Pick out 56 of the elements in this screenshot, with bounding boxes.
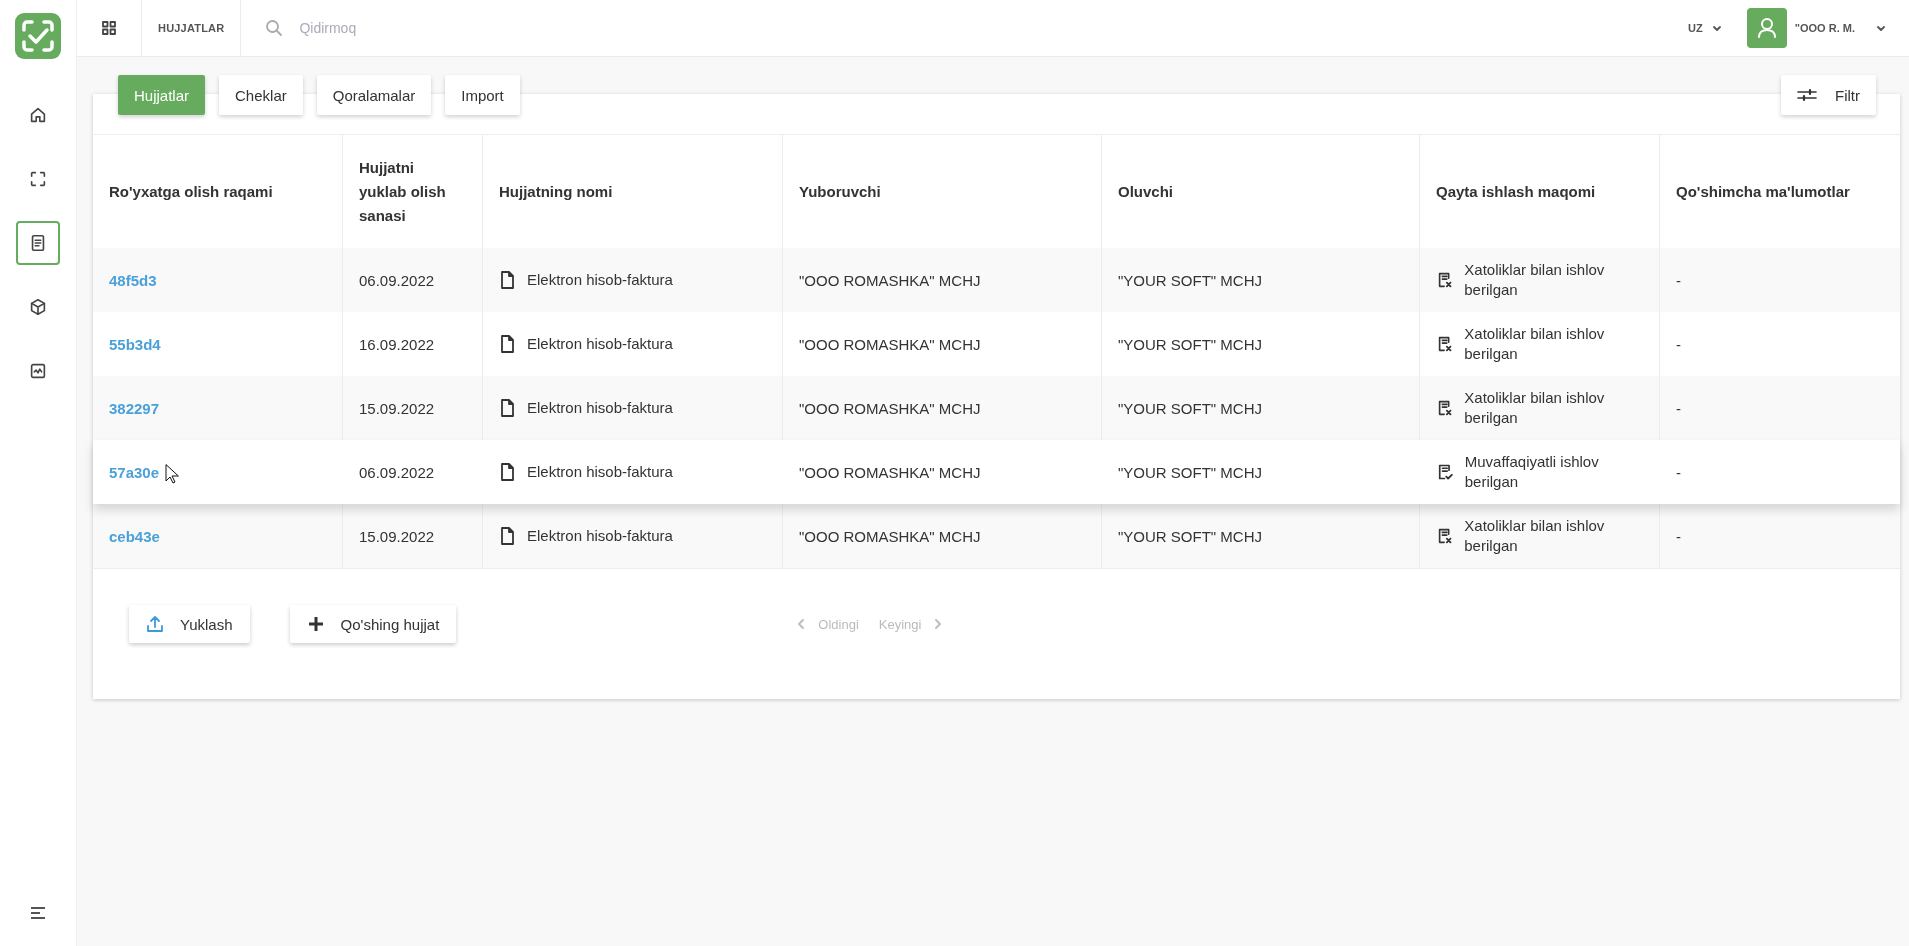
search-icon (265, 19, 284, 37)
filter-button[interactable]: Filtr (1781, 75, 1876, 115)
status-text: Xatoliklar bilan ishlov berilgan (1464, 516, 1606, 556)
file-icon (499, 527, 515, 545)
tab[interactable]: Import (445, 75, 520, 115)
table-cell-text: - (1675, 398, 1682, 419)
file-icon (499, 335, 515, 353)
mouse-cursor-icon (165, 464, 179, 484)
table-cell: "OOO ROMASHKA" MCHJ (783, 504, 1102, 568)
table-cell: Elektron hisob-faktura (527, 334, 673, 354)
language-selector[interactable]: UZ (1688, 22, 1723, 34)
chart-icon (28, 361, 48, 381)
table-cell-text: - (1675, 526, 1682, 547)
user-avatar-icon[interactable] (1746, 8, 1787, 48)
plus-icon (306, 615, 325, 633)
table-cell: Elektron hisob-faktura (527, 462, 673, 482)
logo-icon (15, 13, 61, 59)
table-cell: 15.09.2022 (343, 504, 483, 568)
chevron-left-icon (796, 618, 807, 630)
upload-button[interactable]: Yuklash (129, 605, 250, 643)
table-cell: Elektron hisob-faktura (527, 398, 673, 418)
table-cell: "YOUR SOFT" MCHJ (1102, 504, 1420, 568)
file-icon (499, 271, 515, 289)
tab[interactable]: Cheklar (219, 75, 303, 115)
search-field[interactable]: Qidirmoq (297, 19, 602, 37)
apps-grid-icon[interactable] (102, 21, 116, 35)
cube-icon (28, 297, 48, 317)
table-cell-text: "OOO ROMASHKA" MCHJ (798, 462, 982, 483)
sidebar-item[interactable] (16, 221, 60, 265)
table-cell-text: "YOUR SOFT" MCHJ (1117, 462, 1263, 483)
home-icon (28, 105, 48, 125)
table-cell: 06.09.2022 (343, 248, 483, 312)
section-title: HUJJATLAR (158, 22, 225, 34)
table-cell: "YOUR SOFT" MCHJ (1102, 248, 1420, 312)
status-text: Xatoliklar bilan ishlov berilgan (1464, 260, 1606, 300)
status-text: Muvaffaqiyatli ishlov berilgan (1464, 452, 1600, 492)
table-cell-text: - (1675, 270, 1682, 291)
add-button[interactable]: Qo'shing hujjat (289, 605, 457, 643)
file-icon (499, 399, 515, 417)
table-cell-text: - (1675, 334, 1682, 355)
chevron-right-icon (933, 618, 944, 630)
table-cell-text: 06.09.2022 (358, 462, 436, 483)
sliders-icon (1797, 88, 1817, 102)
scan-frame-icon (28, 169, 48, 189)
column-header: Qo'shimcha ma'lumotlar (1675, 181, 1851, 202)
table-cell-text: - (1675, 462, 1682, 483)
table-cell: "OOO ROMASHKA" MCHJ (783, 248, 1102, 312)
file-icon (499, 463, 515, 481)
status-text: Xatoliklar bilan ishlov berilgan (1464, 388, 1606, 428)
upload-icon (146, 615, 164, 633)
tab[interactable]: Qoralamalar (316, 75, 432, 115)
table-cell: Elektron hisob-faktura (527, 270, 673, 290)
menu-icon[interactable] (29, 906, 47, 920)
user-menu[interactable]: "OOO R. M. (1794, 22, 1887, 34)
status-text: Xatoliklar bilan ishlov berilgan (1464, 324, 1606, 364)
table-cell: Elektron hisob-faktura (527, 526, 673, 546)
